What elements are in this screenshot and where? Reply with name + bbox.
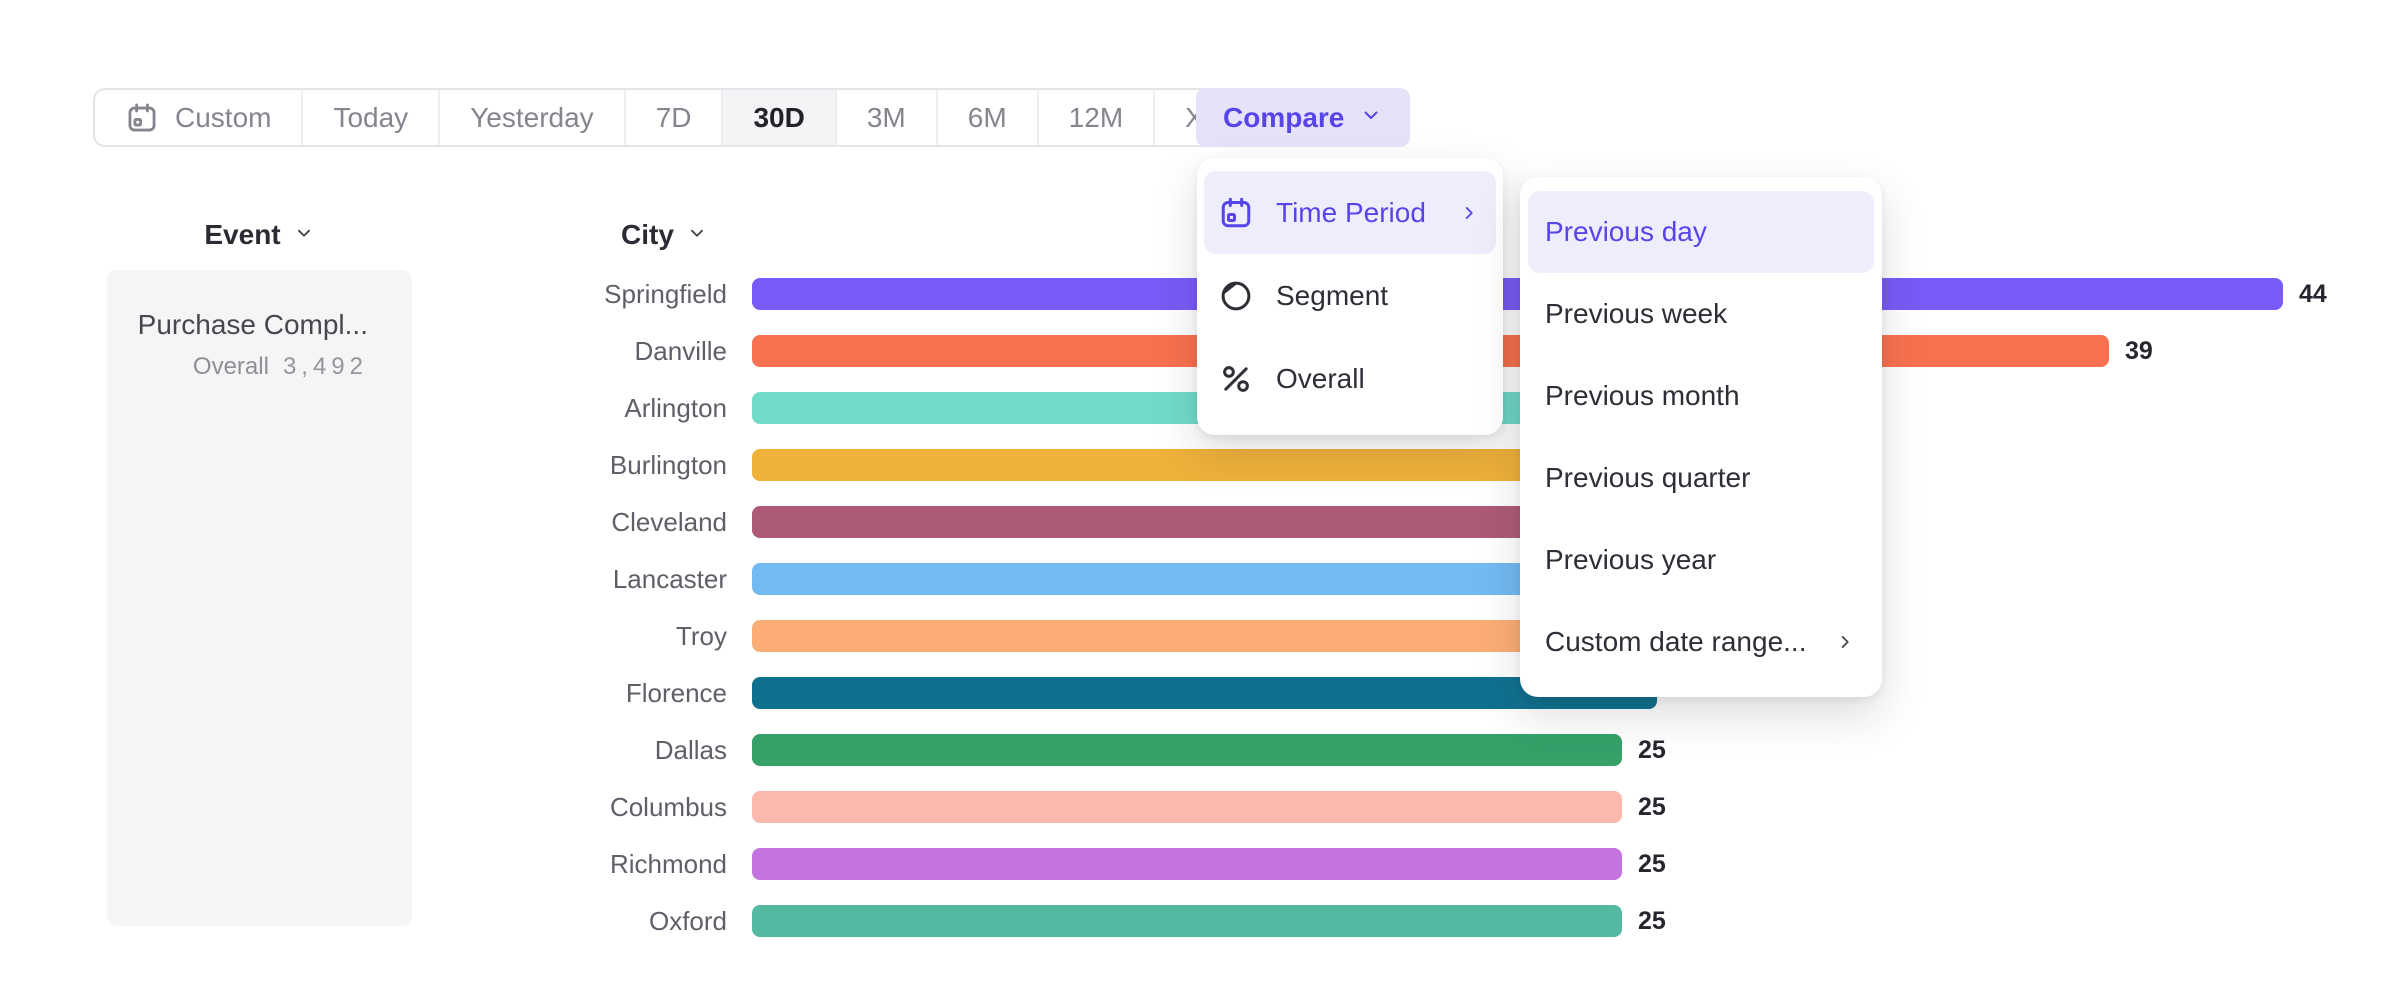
segment-icon bbox=[1218, 278, 1254, 314]
bar-category-label: Springfield bbox=[0, 266, 727, 323]
bar-springfield[interactable] bbox=[752, 278, 2283, 310]
range-button-label: 7D bbox=[656, 102, 692, 134]
event-column-header[interactable]: Event bbox=[107, 219, 412, 251]
range-button-label: 6M bbox=[968, 102, 1007, 134]
bar-row-lancaster: Lancaster bbox=[0, 551, 2394, 608]
bar-category-label: Cleveland bbox=[0, 494, 727, 551]
calendar-icon bbox=[125, 101, 159, 135]
bar-row-oxford: Oxford 25 bbox=[0, 893, 2394, 950]
compare-dropdown-menu: Time Period Segment Overall bbox=[1197, 158, 1503, 435]
chevron-down-icon bbox=[686, 222, 708, 244]
bar-row-florence: Florence bbox=[0, 665, 2394, 722]
bar-value-label: 25 bbox=[1638, 836, 1666, 893]
bar-value-label: 39 bbox=[2125, 323, 2153, 380]
bar-category-label: Troy bbox=[0, 608, 727, 665]
chevron-down-icon bbox=[293, 219, 315, 251]
compare-button[interactable]: Compare bbox=[1196, 88, 1410, 147]
range-button-3m[interactable]: 3M bbox=[837, 90, 938, 145]
bar-row-dallas: Dallas 25 bbox=[0, 722, 2394, 779]
range-button-7d[interactable]: 7D bbox=[626, 90, 724, 145]
bar-row-troy: Troy bbox=[0, 608, 2394, 665]
analytics-screen: CustomTodayYesterday7D30D3M6M12MXTD Comp… bbox=[0, 0, 2394, 1004]
menu-item-overall[interactable]: Overall bbox=[1204, 337, 1496, 420]
menu-item-label: Overall bbox=[1276, 363, 1365, 395]
calendar-icon bbox=[1218, 195, 1254, 231]
range-button-label: 3M bbox=[867, 102, 906, 134]
bar-richmond[interactable] bbox=[752, 848, 1622, 880]
range-button-6m[interactable]: 6M bbox=[938, 90, 1039, 145]
range-button-yesterday[interactable]: Yesterday bbox=[440, 90, 626, 145]
menu-item-label: Previous week bbox=[1545, 298, 1727, 330]
chevron-right-icon bbox=[1834, 631, 1856, 653]
bar-value-label: 25 bbox=[1638, 893, 1666, 950]
range-button-label: 30D bbox=[753, 102, 804, 134]
range-button-12m[interactable]: 12M bbox=[1039, 90, 1155, 145]
menu-item-custom-date-range[interactable]: Custom date range... bbox=[1528, 601, 1874, 683]
bar-category-label: Oxford bbox=[0, 893, 727, 950]
bar-row-burlington: Burlington bbox=[0, 437, 2394, 494]
bar-value-label: 25 bbox=[1638, 722, 1666, 779]
bar-row-richmond: Richmond 25 bbox=[0, 836, 2394, 893]
range-button-label: Yesterday bbox=[470, 102, 594, 134]
city-column-header[interactable]: City bbox=[621, 219, 708, 251]
bar-category-label: Richmond bbox=[0, 836, 727, 893]
bar-category-label: Danville bbox=[0, 323, 727, 380]
menu-item-label: Previous year bbox=[1545, 544, 1716, 576]
bar-category-label: Dallas bbox=[0, 722, 727, 779]
chevron-down-icon bbox=[293, 222, 315, 244]
event-header-label: Event bbox=[204, 219, 280, 251]
bar-value-label: 25 bbox=[1638, 779, 1666, 836]
menu-item-label: Previous month bbox=[1545, 380, 1740, 412]
bar-category-label: Florence bbox=[0, 665, 727, 722]
bar-oxford[interactable] bbox=[752, 905, 1622, 937]
bar-columbus[interactable] bbox=[752, 791, 1622, 823]
range-button-custom[interactable]: Custom bbox=[95, 90, 303, 145]
chevron-right-icon bbox=[1458, 202, 1480, 224]
bar-dallas[interactable] bbox=[752, 734, 1622, 766]
menu-item-label: Previous quarter bbox=[1545, 462, 1750, 494]
menu-item-label: Segment bbox=[1276, 280, 1388, 312]
range-button-label: 12M bbox=[1069, 102, 1123, 134]
bar-value-label: 44 bbox=[2299, 266, 2327, 323]
bar-category-label: Columbus bbox=[0, 779, 727, 836]
city-header-label: City bbox=[621, 219, 674, 251]
range-button-label: Today bbox=[333, 102, 408, 134]
bar-category-label: Arlington bbox=[0, 380, 727, 437]
range-button-label: Custom bbox=[175, 102, 271, 134]
time-period-submenu: Previous day Previous week Previous month P… bbox=[1520, 177, 1882, 697]
range-button-today[interactable]: Today bbox=[303, 90, 440, 145]
menu-item-previous-quarter[interactable]: Previous quarter bbox=[1528, 437, 1874, 519]
menu-item-segment[interactable]: Segment bbox=[1204, 254, 1496, 337]
bar-category-label: Lancaster bbox=[0, 551, 727, 608]
bar-row-cleveland: Cleveland bbox=[0, 494, 2394, 551]
bar-category-label: Burlington bbox=[0, 437, 727, 494]
chevron-down-icon bbox=[686, 219, 708, 251]
chevron-down-icon bbox=[1359, 103, 1383, 127]
menu-item-previous-week[interactable]: Previous week bbox=[1528, 273, 1874, 355]
menu-item-label: Time Period bbox=[1276, 197, 1426, 229]
range-button-30d[interactable]: 30D bbox=[723, 90, 836, 145]
menu-item-previous-month[interactable]: Previous month bbox=[1528, 355, 1874, 437]
compare-button-label: Compare bbox=[1223, 102, 1344, 134]
date-range-toolbar: CustomTodayYesterday7D30D3M6M12MXTD bbox=[93, 88, 1311, 147]
menu-item-time-period[interactable]: Time Period bbox=[1204, 171, 1496, 254]
menu-item-previous-day[interactable]: Previous day bbox=[1528, 191, 1874, 273]
menu-item-previous-year[interactable]: Previous year bbox=[1528, 519, 1874, 601]
bar-row-columbus: Columbus 25 bbox=[0, 779, 2394, 836]
chevron-down-icon bbox=[1359, 102, 1383, 134]
menu-item-label: Previous day bbox=[1545, 216, 1707, 248]
menu-item-label: Custom date range... bbox=[1545, 626, 1806, 658]
percent-icon bbox=[1218, 361, 1254, 397]
